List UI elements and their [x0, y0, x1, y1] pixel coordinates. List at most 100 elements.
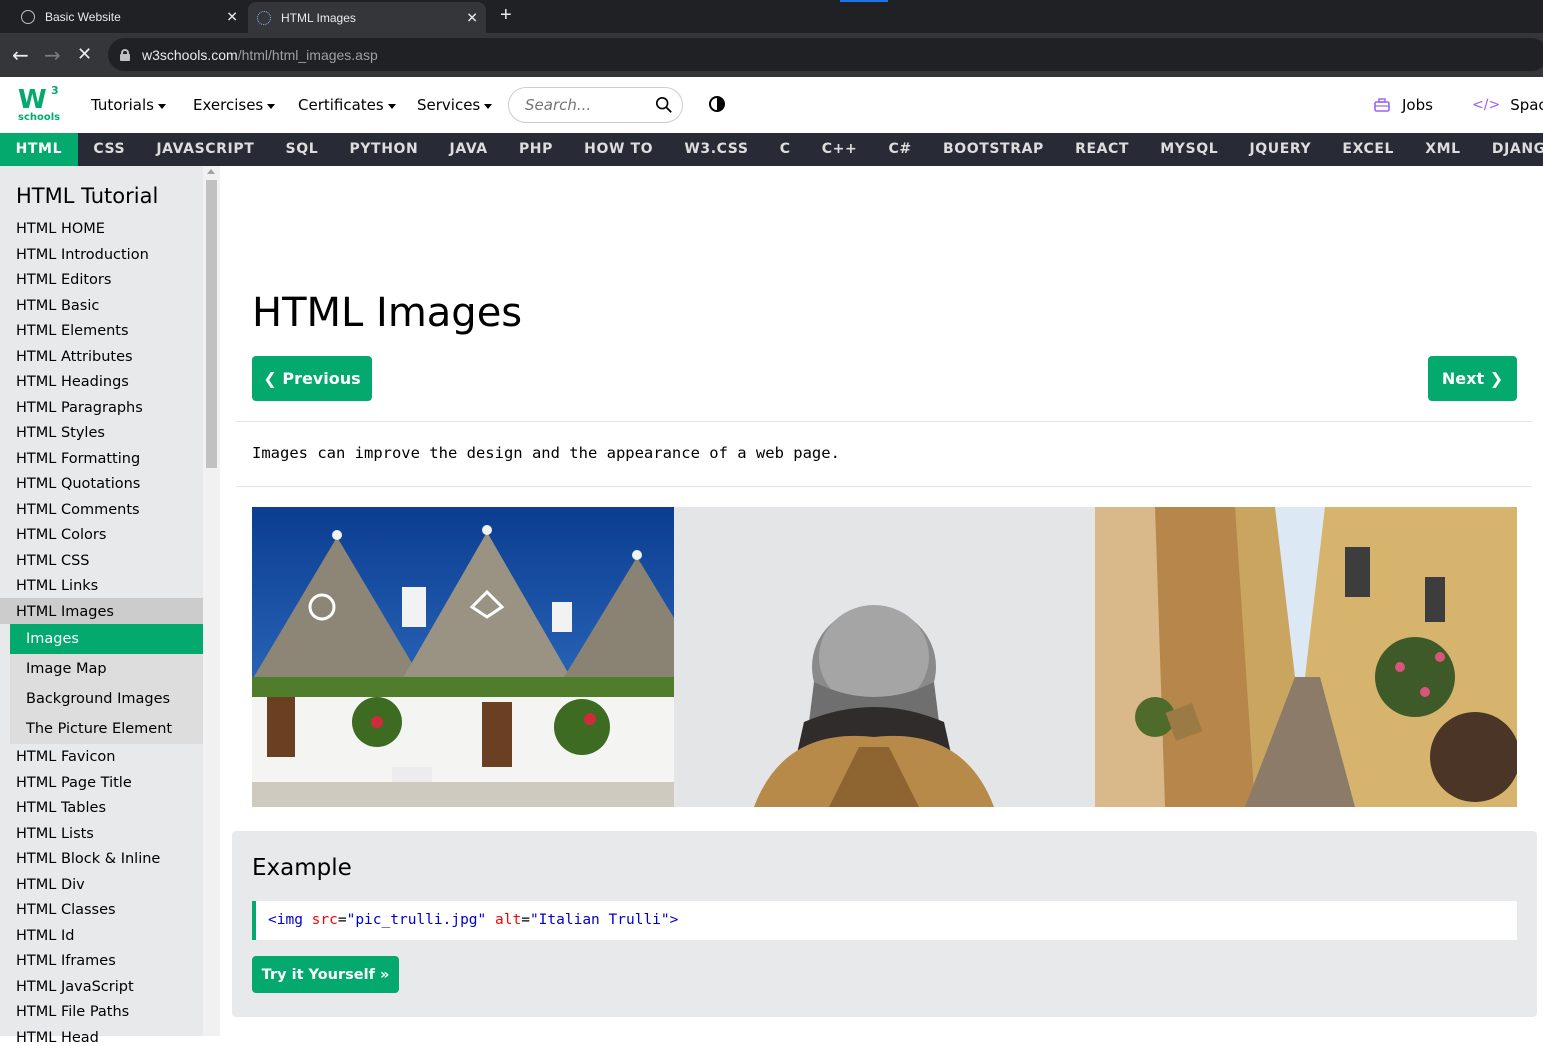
close-tab-icon[interactable]: ✕ [466, 9, 478, 26]
sidebar-item[interactable]: HTML Lists [16, 826, 94, 842]
new-tab-button[interactable]: + [500, 4, 512, 27]
subject-nav-c-[interactable]: C# [873, 133, 927, 166]
logo-mark: W [18, 85, 47, 115]
menu-label: Tutorials [91, 96, 154, 114]
subject-nav-sql[interactable]: SQL [270, 133, 334, 166]
sidebar-item[interactable]: HTML Elements [16, 323, 129, 339]
tab-title: HTML Images [281, 10, 356, 25]
alley-image [1095, 507, 1517, 807]
browser-chrome: Basic Website ✕ HTML Images ✕ + ← → ✕ w3… [0, 0, 1543, 77]
spaces-label: Spaces [1510, 96, 1543, 114]
sidebar-item[interactable]: HTML HOME [16, 221, 105, 237]
sidebar-item[interactable]: HTML Page Title [16, 775, 132, 791]
code-snippet: <img src="pic_trulli.jpg" alt="Italian T… [252, 901, 1517, 940]
menu-tutorials[interactable]: Tutorials [91, 96, 166, 114]
code-icon: </> [1472, 97, 1501, 113]
browser-tab-html-images[interactable]: HTML Images ✕ [248, 2, 486, 33]
url-text[interactable]: w3schools.com/html/html_images.asp [142, 47, 378, 63]
sidebar-item[interactable]: HTML Block & Inline [16, 851, 160, 867]
subject-nav-mysql[interactable]: MYSQL [1145, 133, 1234, 166]
code-tag-open: <img [268, 912, 303, 928]
omnibox[interactable]: w3schools.com/html/html_images.asp [108, 38, 1543, 71]
subject-nav-jquery[interactable]: JQUERY [1234, 133, 1327, 166]
caret-down-icon [267, 103, 276, 109]
sidebar-item[interactable]: HTML Attributes [16, 349, 133, 365]
stop-loading-icon[interactable]: ✕ [77, 44, 92, 65]
sidebar-sub-item[interactable]: Background Images [26, 691, 170, 707]
lock-icon[interactable] [120, 48, 130, 61]
subject-nav-excel[interactable]: EXCEL [1327, 133, 1410, 166]
next-button[interactable]: Next ❯ [1428, 356, 1517, 401]
subject-nav-javascript[interactable]: JAVASCRIPT [141, 133, 270, 166]
subject-nav-django[interactable]: DJANGO [1476, 133, 1543, 166]
caret-down-icon [387, 103, 396, 109]
sidebar-item[interactable]: HTML JavaScript [16, 979, 134, 995]
subject-nav-bootstrap[interactable]: BOOTSTRAP [927, 133, 1059, 166]
subject-nav-c-[interactable]: C++ [806, 133, 873, 166]
divider [236, 421, 1532, 422]
forward-arrow-icon[interactable]: → [44, 43, 61, 67]
sidebar-item[interactable]: HTML Images [16, 604, 114, 620]
search-input[interactable] [525, 96, 645, 114]
code-tag-close: > [669, 912, 679, 928]
subject-nav-xml[interactable]: XML [1410, 133, 1477, 166]
menu-label: Exercises [193, 96, 264, 114]
sidebar-sub-item[interactable]: The Picture Element [26, 721, 172, 737]
w3schools-logo[interactable]: W 3 schools [18, 84, 60, 125]
subject-nav-php[interactable]: PHP [503, 133, 568, 166]
globe-icon [21, 9, 35, 24]
sidebar-item[interactable]: HTML Editors [16, 272, 111, 288]
sidebar-item[interactable]: HTML Iframes [16, 953, 116, 969]
sidebar-scroll-thumb[interactable] [206, 180, 217, 468]
subject-nav-css[interactable]: CSS [78, 133, 141, 166]
jobs-link[interactable]: Jobs [1374, 96, 1433, 114]
sidebar-item[interactable]: HTML Id [16, 928, 74, 944]
menu-exercises[interactable]: Exercises [193, 96, 276, 114]
subject-nav-java[interactable]: JAVA [434, 133, 503, 166]
sidebar-item[interactable]: HTML Formatting [16, 451, 140, 467]
subject-nav-python[interactable]: PYTHON [334, 133, 434, 166]
sidebar-item[interactable]: HTML Tables [16, 800, 106, 816]
sidebar-sub-item[interactable]: Images [26, 631, 79, 647]
menu-certificates[interactable]: Certificates [298, 96, 396, 114]
dark-mode-toggle-icon[interactable] [709, 96, 725, 112]
sidebar-item[interactable]: HTML Basic [16, 298, 99, 314]
sidebar-item[interactable]: HTML File Paths [16, 1004, 129, 1020]
menu-label: Services [417, 96, 481, 114]
menu-services[interactable]: Services [417, 96, 493, 114]
browser-tab-basic-website[interactable]: Basic Website ✕ [12, 0, 246, 33]
back-arrow-icon[interactable]: ← [12, 43, 29, 67]
logo-superscript: 3 [51, 84, 59, 97]
sidebar-item[interactable]: HTML Div [16, 877, 85, 893]
subject-nav-c[interactable]: C [764, 133, 806, 166]
subject-nav-w3-css[interactable]: W3.CSS [669, 133, 764, 166]
subject-nav-html[interactable]: HTML [0, 133, 78, 166]
sidebar-item[interactable]: HTML Classes [16, 902, 116, 918]
sidebar-item[interactable]: HTML Comments [16, 502, 140, 518]
sidebar-item[interactable]: HTML Head [16, 1030, 99, 1046]
search-box [508, 87, 683, 123]
code-attr: alt [495, 912, 522, 928]
sidebar-item[interactable]: HTML Links [16, 578, 98, 594]
scroll-up-arrow-icon[interactable] [207, 169, 215, 174]
sidebar-item[interactable]: HTML Headings [16, 374, 129, 390]
try-it-yourself-button[interactable]: Try it Yourself » [252, 956, 399, 993]
sidebar-item[interactable]: HTML Introduction [16, 247, 149, 263]
sidebar-item[interactable]: HTML Colors [16, 527, 106, 543]
search-icon[interactable] [655, 96, 673, 114]
url-domain: w3schools.com [142, 46, 238, 63]
close-tab-icon[interactable]: ✕ [226, 8, 238, 25]
sidebar-item[interactable]: HTML Quotations [16, 476, 140, 492]
sidebar-item[interactable]: HTML Favicon [16, 749, 116, 765]
example-heading: Example [252, 855, 352, 881]
subject-nav-react[interactable]: REACT [1059, 133, 1144, 166]
person-in-beanie-image [674, 507, 1095, 807]
sidebar-sub-item[interactable]: Image Map [26, 661, 107, 677]
sidebar-item[interactable]: HTML CSS [16, 553, 90, 569]
sidebar-item[interactable]: HTML Styles [16, 425, 105, 441]
spaces-link[interactable]: </> Spaces [1472, 96, 1543, 114]
briefcase-icon [1374, 98, 1390, 112]
sidebar-item[interactable]: HTML Paragraphs [16, 400, 143, 416]
previous-button[interactable]: ❮ Previous [252, 356, 372, 401]
subject-nav-how-to[interactable]: HOW TO [569, 133, 669, 166]
